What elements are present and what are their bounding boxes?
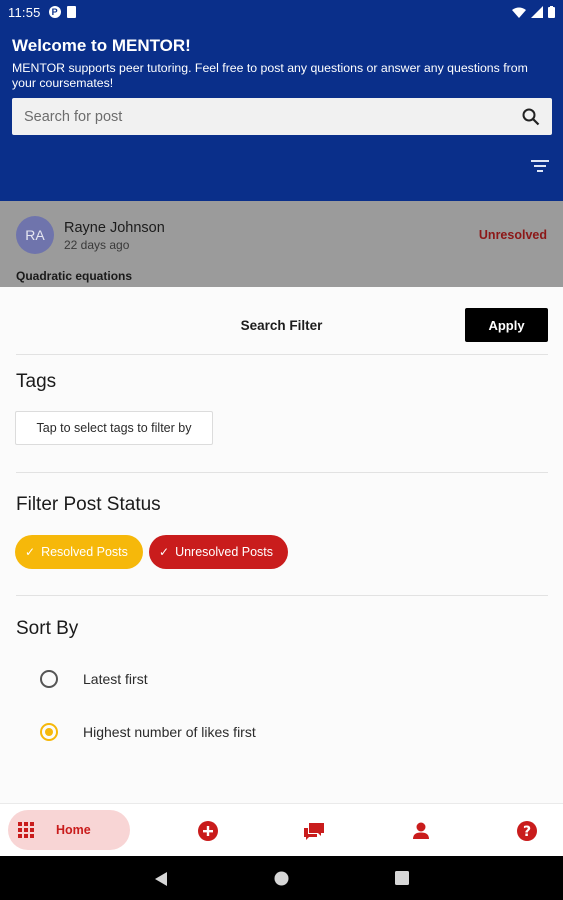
divider	[16, 354, 548, 355]
search-input[interactable]: Search for post	[12, 98, 552, 135]
radio-button[interactable]	[40, 670, 58, 688]
sort-option-likes[interactable]: Highest number of likes first	[40, 723, 256, 741]
bottom-nav: Home ?	[0, 803, 563, 856]
person-icon[interactable]	[410, 820, 432, 842]
page-subtitle: MENTOR supports peer tutoring. Feel free…	[12, 61, 528, 90]
search-placeholder: Search for post	[24, 108, 123, 125]
grid-icon	[18, 822, 34, 838]
search-filter-sheet: Search Filter Apply Tags Tap to select t…	[0, 287, 563, 803]
check-icon: ✓	[159, 545, 170, 559]
app-header: Welcome to MENTOR! MENTOR supports peer …	[0, 24, 563, 201]
chip-label: Unresolved Posts	[175, 545, 274, 559]
status-heading: Filter Post Status	[16, 494, 161, 515]
p-badge-icon: P	[48, 6, 61, 18]
home-circle-icon[interactable]	[274, 871, 289, 886]
status-time: 11:55	[8, 4, 41, 20]
svg-text:?: ?	[523, 824, 531, 840]
help-icon[interactable]: ?	[516, 820, 538, 842]
nav-home[interactable]: Home	[8, 810, 130, 850]
tags-heading: Tags	[16, 371, 57, 392]
system-navigation-bar	[0, 856, 563, 900]
post-list-overlay: RA Rayne Johnson 22 days ago Unresolved …	[0, 201, 563, 287]
chat-icon[interactable]	[303, 820, 325, 842]
post-author: Rayne Johnson	[64, 220, 165, 236]
status-badge: Unresolved	[478, 228, 547, 242]
post-time: 22 days ago	[64, 238, 130, 252]
filter-icon[interactable]	[531, 159, 549, 173]
search-icon[interactable]	[522, 108, 540, 126]
resolved-posts-chip[interactable]: ✓ Resolved Posts	[15, 535, 143, 569]
chip-label: Resolved Posts	[41, 545, 128, 559]
post-card[interactable]: RA Rayne Johnson 22 days ago Unresolved …	[0, 201, 563, 287]
nav-home-label: Home	[56, 823, 91, 837]
divider	[16, 595, 548, 596]
sort-option-label: Highest number of likes first	[83, 724, 256, 740]
battery-icon	[548, 6, 555, 18]
add-circle-icon[interactable]	[197, 820, 219, 842]
divider	[16, 472, 548, 473]
sort-heading: Sort By	[16, 618, 79, 639]
unresolved-posts-chip[interactable]: ✓ Unresolved Posts	[149, 535, 288, 569]
sort-option-latest[interactable]: Latest first	[40, 670, 148, 688]
apply-button[interactable]: Apply	[465, 308, 548, 342]
back-icon[interactable]	[154, 871, 168, 887]
check-icon: ✓	[25, 545, 36, 559]
select-tags-button[interactable]: Tap to select tags to filter by	[15, 411, 213, 445]
sim-card-icon	[66, 6, 76, 18]
recents-icon[interactable]	[395, 871, 409, 885]
wifi-icon	[512, 7, 526, 18]
post-title: Quadratic equations	[16, 269, 133, 283]
sort-option-label: Latest first	[83, 671, 148, 687]
page-title: Welcome to MENTOR!	[12, 36, 191, 55]
avatar: RA	[16, 216, 54, 254]
status-bar: 11:55 P	[0, 0, 563, 24]
signal-icon	[531, 6, 543, 18]
radio-button[interactable]	[40, 723, 58, 741]
